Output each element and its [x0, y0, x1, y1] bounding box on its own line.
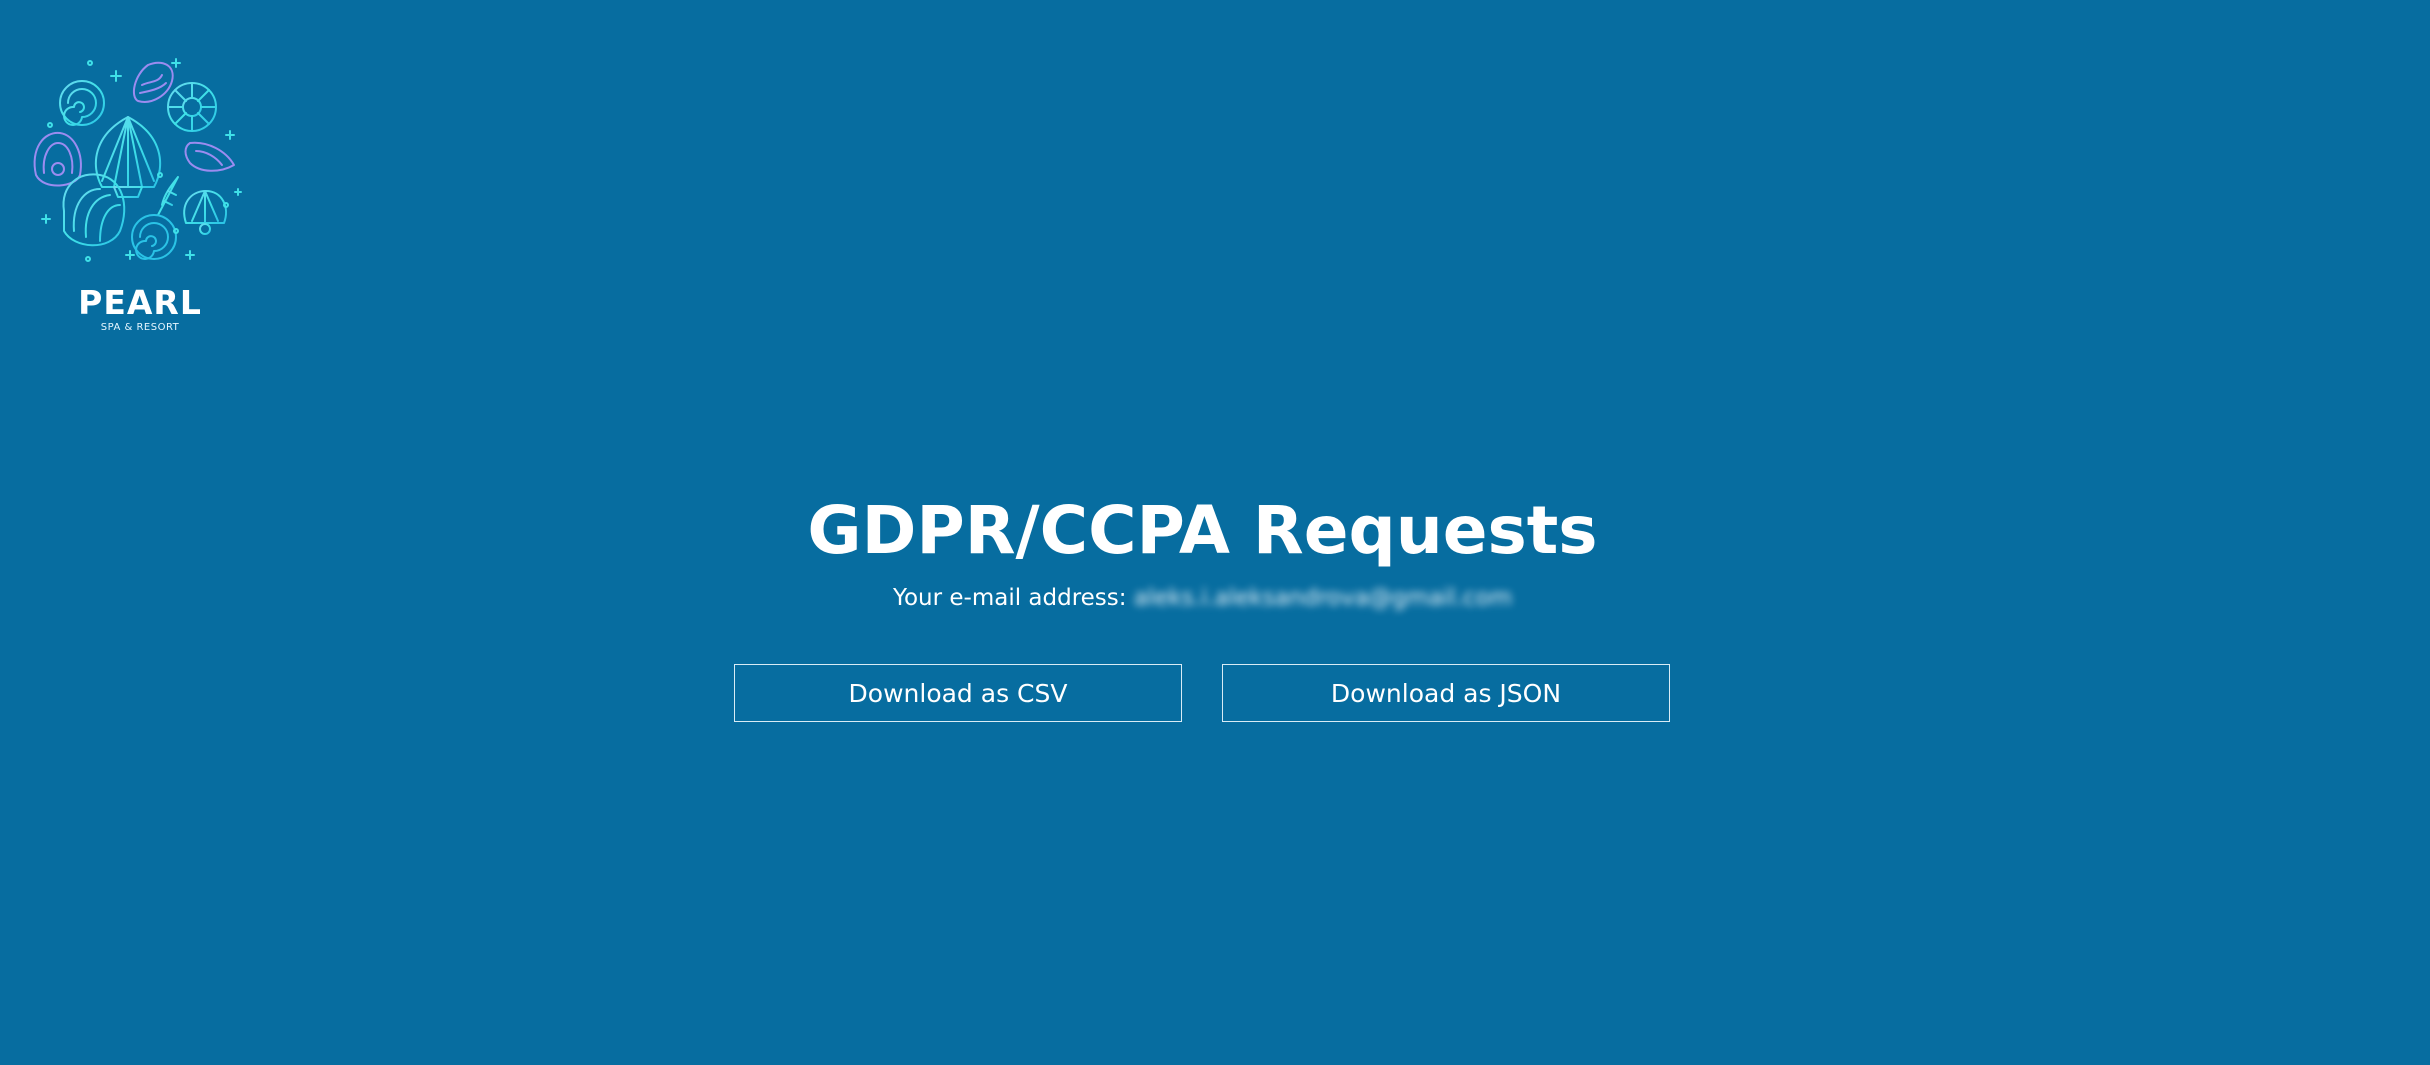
brand-logo[interactable]: PEARL SPA & RESORT	[30, 55, 250, 335]
page-title: GDPR/CCPA Requests	[807, 492, 1598, 569]
email-line: Your e-mail address: aleks.i.aleksandrov…	[0, 582, 2405, 614]
page: PEARL SPA & RESORT GDPR/CCPA Requests Yo…	[0, 0, 2430, 1065]
email-value: aleks.i.aleksandrova@gmail.com	[1133, 585, 1513, 611]
brand-name: PEARL	[78, 283, 202, 322]
download-csv-button[interactable]: Download as CSV	[734, 664, 1182, 722]
brand-tagline: SPA & RESORT	[100, 322, 180, 333]
download-json-button[interactable]: Download as JSON	[1222, 664, 1670, 722]
seashell-cluster-icon	[33, 58, 242, 262]
email-label: Your e-mail address:	[892, 585, 1127, 611]
